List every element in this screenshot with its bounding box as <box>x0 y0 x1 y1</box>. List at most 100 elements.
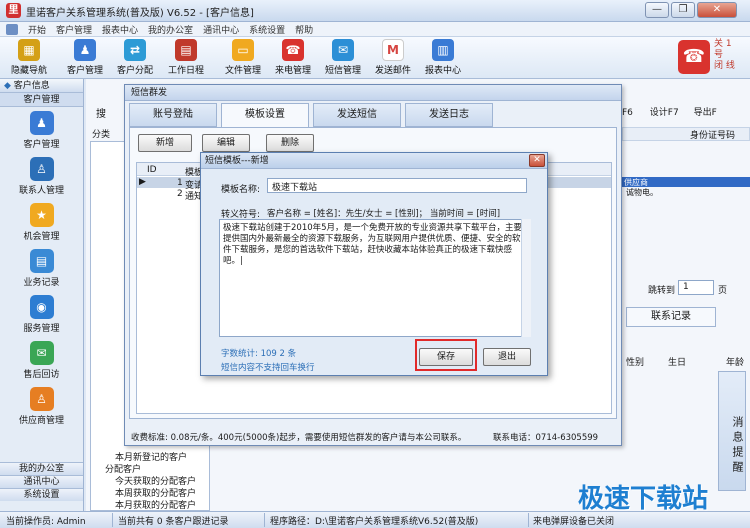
nav-bottom-settings[interactable]: 系统设置 <box>0 488 83 501</box>
jump-label: 跳转到 <box>648 286 676 296</box>
textarea-scrollbar[interactable] <box>521 219 531 337</box>
tab-contact-records[interactable]: 联系记录 <box>626 307 716 327</box>
minimize-icon[interactable]: — <box>645 2 669 18</box>
nav-item-business[interactable]: ▤ 业务记录 <box>0 245 83 291</box>
toolbar-label: 发送邮件 <box>374 66 411 76</box>
nav-item-followup[interactable]: ✉ 售后回访 <box>0 337 83 383</box>
template-name-input[interactable]: 极速下载站 <box>267 178 527 193</box>
toolbar-label: 客户分配 <box>116 66 153 76</box>
nav-item-label: 客户管理 <box>23 140 60 150</box>
symbol-text: 客户名称 = [姓名]：先生/女士 = [性别]； 当前时间 = [时间] <box>267 209 501 219</box>
toolbar-label: 来电管理 <box>274 66 311 76</box>
left-navigation: ◆ 客户信息 客户管理 ♟ 客户管理 ♙ 联系人管理 ★ 机会管理 ▤ 业务记录 ◉ 服务… <box>0 79 84 511</box>
nav-tab-customers[interactable]: 客户管理 <box>0 93 83 107</box>
restore-icon[interactable]: ❐ <box>671 2 695 18</box>
status-popup: 来电弹屏设备已关闭 <box>533 517 615 527</box>
nav-item-opportunity[interactable]: ★ 机会管理 <box>0 199 83 245</box>
hide-nav-icon: ▦ <box>18 39 40 61</box>
exit-button[interactable]: 退出 <box>483 348 531 366</box>
row-cell: 诚物电。 <box>626 188 658 197</box>
tab-send-log[interactable]: 发送日志 <box>405 103 493 127</box>
tab-account-login[interactable]: 账号登陆 <box>129 103 217 127</box>
toolbar-files-button[interactable]: ▭ 文件管理 <box>216 39 270 76</box>
toolbar-f6[interactable]: F6 <box>622 108 633 118</box>
template-dialog-title: 短信模板---新增 <box>201 153 547 169</box>
row-cell: 供应商 <box>624 178 648 187</box>
hotline-line: 闭 <box>714 61 724 71</box>
message-reminder-panel[interactable]: 消息提醒 <box>718 371 746 491</box>
design-button[interactable]: 设计F7 <box>650 108 679 118</box>
delete-template-button[interactable]: 删除 <box>266 134 314 152</box>
close-icon[interactable]: ✕ <box>697 2 737 18</box>
menu-comm[interactable]: 通讯中心 <box>203 23 239 36</box>
report-icon: ▥ <box>432 39 454 61</box>
toolbar-report-button[interactable]: ▥ 报表中心 <box>416 39 470 76</box>
jump-page-input[interactable]: 1 <box>678 280 714 295</box>
window-title: 里诺客户关系管理系统(普及版) V6.52 - [客户信息] <box>26 8 254 19</box>
tree-item[interactable]: 本月新登记的客户 <box>115 452 196 464</box>
toolbar-hide-nav-button[interactable]: ▦ 隐藏导航 <box>2 39 56 76</box>
nav-item-label: 业务记录 <box>23 278 60 288</box>
tree-item[interactable]: 本周获取的分配客户 <box>115 488 196 500</box>
watermark: 极速下载站 <box>578 484 709 514</box>
menu-settings[interactable]: 系统设置 <box>249 23 285 36</box>
toolbar-label: 隐藏导航 <box>10 66 47 76</box>
nav-item-service[interactable]: ◉ 服务管理 <box>0 291 83 337</box>
column-gender: 性别 <box>626 358 645 368</box>
menu-customers[interactable]: 客户管理 <box>56 23 92 36</box>
phone-icon: ☎ <box>282 39 304 61</box>
toolbar-assign-button[interactable]: ⇄ 客户分配 <box>108 39 162 76</box>
sms-phone: 联系电话：0714-6305599 <box>493 433 599 443</box>
nav-bottom-office[interactable]: 我的办公室 <box>0 462 83 475</box>
no-newline-note: 短信内容不支持回车换行 <box>221 363 315 373</box>
service-icon: ◉ <box>29 295 54 319</box>
close-icon[interactable]: ✕ <box>529 154 545 167</box>
tree-item[interactable]: 分配客户 <box>105 464 196 476</box>
star-icon: ★ <box>29 203 54 227</box>
row-id: 2 <box>177 189 183 199</box>
add-template-button[interactable]: 新增 <box>138 134 192 152</box>
sms-fee-note: 收费标准: 0.08元/条。400元(5000条)起步，需要使用短信群发的客户请… <box>131 433 467 443</box>
nav-item-label: 服务管理 <box>23 324 60 334</box>
calendar-icon: ▤ <box>175 39 197 61</box>
main-toolbar: ▦ 隐藏导航 ♟ 客户管理 ⇄ 客户分配 ▤ 工作日程 ▭ 文件管理 ☎ 来电管理 ✉ 短信管… <box>0 37 750 79</box>
hotline-panel[interactable]: ☎ 关 1 号 闭 线 <box>676 38 746 78</box>
nav-header-icon: ◆ <box>4 81 11 91</box>
category-label: 分类 <box>92 130 111 140</box>
column-id-card: 身份证号码 <box>690 131 736 141</box>
export-button[interactable]: 导出F <box>694 108 717 118</box>
hotline-phone-icon: ☎ <box>678 40 710 74</box>
row-pointer-icon: ▶ <box>139 177 146 187</box>
sms-dialog-title: 短信群发 <box>125 85 621 101</box>
tree-item[interactable]: 今天获取的分配客户 <box>115 476 196 488</box>
customers-icon: ♟ <box>74 39 96 61</box>
word-count: 字数统计: 109 2 条 <box>221 349 297 359</box>
nav-bottom-comm[interactable]: 通讯中心 <box>0 475 83 488</box>
nav-item-customers[interactable]: ♟ 客户管理 <box>0 107 83 153</box>
toolbar-label: 客户管理 <box>66 66 103 76</box>
nav-item-contacts[interactable]: ♙ 联系人管理 <box>0 153 83 199</box>
nav-item-label: 联系人管理 <box>18 186 64 196</box>
toolbar-calls-button[interactable]: ☎ 来电管理 <box>266 39 320 76</box>
toolbar-label: 短信管理 <box>324 66 361 76</box>
menu-help[interactable]: 帮助 <box>295 23 313 36</box>
toolbar-sms-button[interactable]: ✉ 短信管理 <box>316 39 370 76</box>
status-operator: 当前操作员: Admin <box>6 517 86 527</box>
toolbar-mail-button[interactable]: M 发送邮件 <box>366 39 420 76</box>
toolbar-calendar-button[interactable]: ▤ 工作日程 <box>159 39 213 76</box>
row-selected[interactable]: 供应商 <box>622 177 750 187</box>
menu-office[interactable]: 我的办公室 <box>148 23 193 36</box>
sms-content-textarea[interactable]: 极速下载站创建于2010年5月，是一个免费开放的专业资源共享下载平台，主要提供国… <box>219 219 531 337</box>
edit-template-button[interactable]: 编辑 <box>202 134 250 152</box>
tab-template-settings[interactable]: 模板设置 <box>221 103 309 128</box>
toolbar-customers-button[interactable]: ♟ 客户管理 <box>58 39 112 76</box>
menu-reports[interactable]: 报表中心 <box>102 23 138 36</box>
menu-start[interactable]: 开始 <box>28 23 46 36</box>
column-birthday: 生日 <box>668 358 687 368</box>
tab-send-sms[interactable]: 发送短信 <box>313 103 401 127</box>
save-button[interactable]: 保存 <box>419 348 473 366</box>
supplier-icon: ♙ <box>29 387 54 411</box>
search-label: 搜 <box>96 109 106 120</box>
nav-item-supplier[interactable]: ♙ 供应商管理 <box>0 383 83 429</box>
sms-icon: ✉ <box>332 39 354 61</box>
